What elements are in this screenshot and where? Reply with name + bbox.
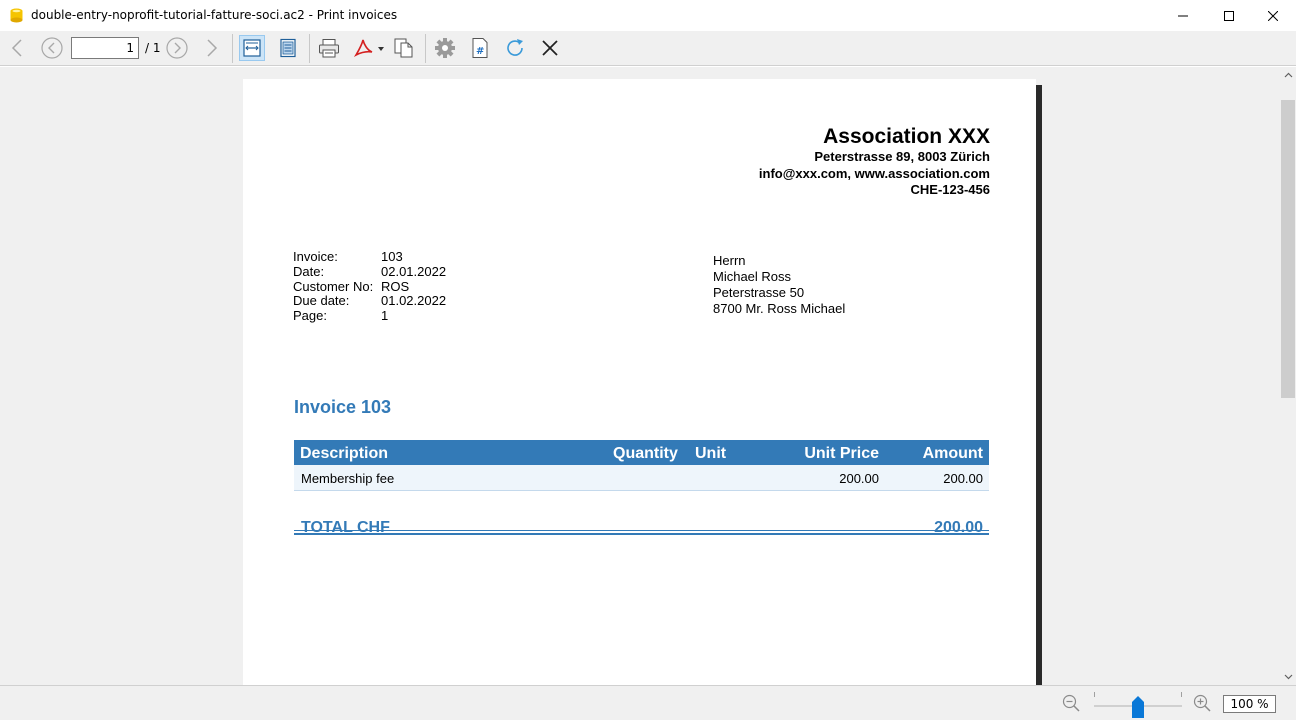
maximize-icon [1224,10,1234,21]
pdf-export-icon [353,39,384,57]
address-line: Michael Ross [713,269,792,284]
meta-label: Page: [293,308,327,324]
row-description: Membership fee [301,471,395,486]
company-address: Peterstrasse 89, 8003 Zürich [814,149,990,164]
invoice-title: Invoice 103 [294,397,392,417]
meta-value: 1 [381,308,389,324]
row-amount: 200.00 [943,471,983,486]
page-total-label: / 1 [145,41,161,55]
zoom-slider-thumb[interactable] [1132,696,1144,718]
slider-tick [1094,692,1095,697]
page-numbering-button[interactable]: # [467,35,493,61]
fit-page-icon [280,38,296,58]
close-preview-button[interactable] [537,35,563,61]
maximize-button[interactable] [1206,0,1252,31]
fit-width-icon [243,39,261,57]
invoice-table: Description Quantity Unit Unit Price Amo… [294,440,989,491]
meta-row: Invoice: 103 [293,249,446,265]
next-page-icon [166,37,188,59]
previous-page-button[interactable] [39,35,65,61]
chevron-down-icon [1284,674,1292,680]
close-icon [1268,10,1278,21]
meta-label: Customer No: [293,278,374,294]
scroll-up-button[interactable] [1280,67,1296,83]
close-window-button[interactable] [1250,0,1296,31]
previous-page-icon [41,37,63,59]
forward-icon [207,39,218,57]
app-icon [10,8,23,23]
toolbar-separator [309,34,310,63]
fit-page-button[interactable] [275,35,301,61]
total-divider [294,533,989,535]
meta-row: Customer No: ROS [293,278,446,295]
total-row: TOTAL CHF 200.00 [294,520,989,536]
back-icon [11,39,22,57]
window-title: double-entry-noprofit-tutorial-fatture-s… [31,8,398,22]
vertical-scrollbar[interactable] [1280,67,1296,685]
minimize-icon [1178,15,1188,16]
scroll-thumb[interactable] [1281,100,1295,398]
svg-text:#: # [476,46,484,57]
zoom-in-icon[interactable] [1193,694,1211,712]
header-unit-price: Unit Price [804,445,879,462]
company-contact: info@xxx.com, www.association.com [758,165,990,181]
chevron-up-icon [1284,72,1292,78]
meta-value: 01.02.2022 [381,293,447,309]
next-page-button[interactable] [164,35,190,61]
refresh-button[interactable] [502,35,528,61]
address-line: 8700 Mr. Ross Michael [713,301,846,316]
customer-address: Herrn Michael Ross Peterstrasse 50 8700 … [713,253,845,317]
meta-row: Due date: 01.02.2022 [293,294,446,309]
minimize-button[interactable] [1160,0,1206,31]
header-quantity: Quantity [613,445,678,462]
title-bar: double-entry-noprofit-tutorial-fatture-s… [0,0,1296,31]
company-vat: CHE-123-456 [910,182,991,197]
print-icon [319,39,339,58]
table-row: Membership fee 200.00 200.00 [294,465,989,491]
company-name: Association XXX [823,125,990,148]
meta-label: Due date: [293,293,350,309]
total-divider [294,530,989,531]
toolbar: 1 / 1 # [0,31,1296,66]
meta-value: 02.01.2022 [381,263,447,279]
address-line: Peterstrasse 50 [713,285,805,300]
copy-button[interactable] [391,35,417,61]
address-line: Herrn [713,253,746,268]
meta-value: ROS [381,278,410,294]
company-header: Association XXX Peterstrasse 89, 8003 Zü… [759,125,990,199]
meta-row: Page: 1 [293,308,446,324]
settings-button[interactable] [432,35,458,61]
row-unit-price: 200.00 [839,471,879,486]
page-numbering-icon: # [472,38,488,58]
page-number-input[interactable]: 1 [71,37,139,59]
meta-label: Date: [293,263,325,279]
refresh-icon [507,39,523,56]
fit-width-button[interactable] [239,35,265,61]
slider-tick [1181,692,1182,697]
header-unit: Unit [695,445,727,462]
meta-value: 103 [381,249,403,264]
print-button[interactable] [316,35,342,61]
scroll-down-button[interactable] [1280,669,1296,685]
zoom-out-icon[interactable] [1062,694,1080,712]
invoice-page: Association XXX Peterstrasse 89, 8003 Zü… [243,79,1036,685]
back-button[interactable] [5,35,31,61]
zoom-level-input[interactable]: 100 % [1223,695,1276,713]
table-header: Description Quantity Unit Unit Price Amo… [294,440,989,465]
toolbar-separator [232,34,233,63]
invoice-meta: Invoice: 103 Date: 02.01.2022 Customer No:… [293,249,447,324]
pdf-export-button[interactable] [352,35,386,61]
copy-icon [394,38,413,58]
settings-icon [435,38,455,58]
meta-row: Date: 02.01.2022 [293,263,447,280]
header-description: Description [300,445,389,462]
header-amount: Amount [922,445,983,462]
close-icon [542,40,558,56]
status-bar: 100 % [0,685,1296,720]
meta-label: Invoice: [293,249,338,264]
toolbar-separator [425,34,426,63]
forward-button[interactable] [198,35,224,61]
preview-area[interactable]: Association XXX Peterstrasse 89, 8003 Zü… [0,67,1280,685]
